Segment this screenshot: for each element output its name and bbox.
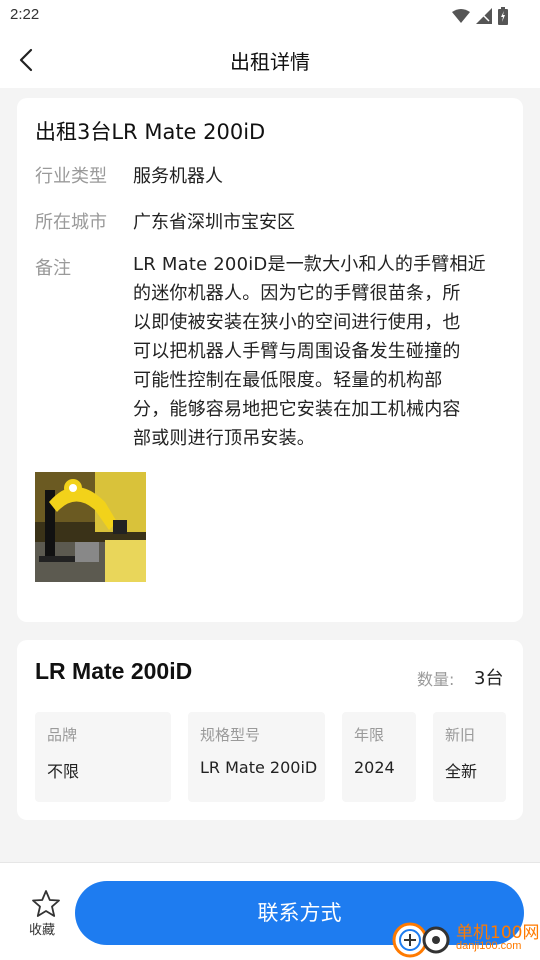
signal-icon [476,8,492,24]
industry-value: 服务机器人 [133,166,223,187]
spec-model: 规格型号 LR Mate 200iD [188,712,325,802]
listing-title: 出租3台LR Mate 200iD [35,120,266,144]
spec-label: 品牌 [47,726,78,744]
watermark-url: danji100.com [456,940,522,952]
product-card: LR Mate 200iD 数量: 3台 品牌 不限 规格型号 LR Mate … [17,640,523,820]
star-icon [32,890,60,917]
favorite-label: 收藏 [29,923,56,938]
quantity-label: 数量: [417,670,455,689]
spec-value: 不限 [47,762,80,781]
remark-label: 备注 [35,258,71,279]
status-time: 2:22 [10,6,40,23]
model-title: LR Mate 200iD [35,658,193,684]
remark-line: LR Mate 200iD是一款大小和人的手臂相近 [133,254,486,275]
spec-brand: 品牌 不限 [35,712,171,802]
city-label: 所在城市 [35,212,107,233]
nav-bar: 出租详情 [0,32,540,88]
remark-line: 可以把机器人手臂与周围设备发生碰撞的 [133,341,461,362]
spec-value: LR Mate 200iD [200,758,318,777]
remark-line: 部或则进行顶吊安装。 [133,428,315,449]
watermark-logo-icon [392,922,450,958]
spec-label: 年限 [354,726,385,744]
spec-condition: 新旧 全新 [433,712,506,802]
favorite-button[interactable]: 收藏 [28,889,64,939]
spec-value: 全新 [445,762,478,781]
watermark: 单机100网 danji100.com [390,912,540,960]
robot-photo[interactable] [35,472,146,582]
remark-line: 可能性控制在最低限度。轻量的机构部 [133,370,443,391]
industry-label: 行业类型 [35,166,107,187]
wifi-icon [452,9,470,23]
battery-icon [498,7,508,25]
status-icons [452,7,508,25]
listing-card: 出租3台LR Mate 200iD 行业类型 服务机器人 所在城市 广东省深圳市… [17,98,523,622]
status-bar: 2:22 [0,0,540,32]
spec-label: 新旧 [445,726,476,744]
remark-line: 的迷你机器人。因为它的手臂很苗条，所 [133,283,461,304]
page-title: 出租详情 [230,50,310,74]
remark-line: 分，能够容易地把它安装在加工机械内容 [133,399,461,420]
spec-value: 2024 [354,758,395,777]
spec-label: 规格型号 [200,726,261,744]
spec-year: 年限 2024 [342,712,416,802]
robot-photo-image [35,472,146,582]
quantity-value: 3台 [474,668,504,689]
remark-text: LR Mate 200iD是一款大小和人的手臂相近 的迷你机器人。因为它的手臂很… [133,250,508,453]
remark-line: 以即使被安装在狭小的空间进行使用，也 [133,312,461,333]
city-value: 广东省深圳市宝安区 [133,212,295,233]
